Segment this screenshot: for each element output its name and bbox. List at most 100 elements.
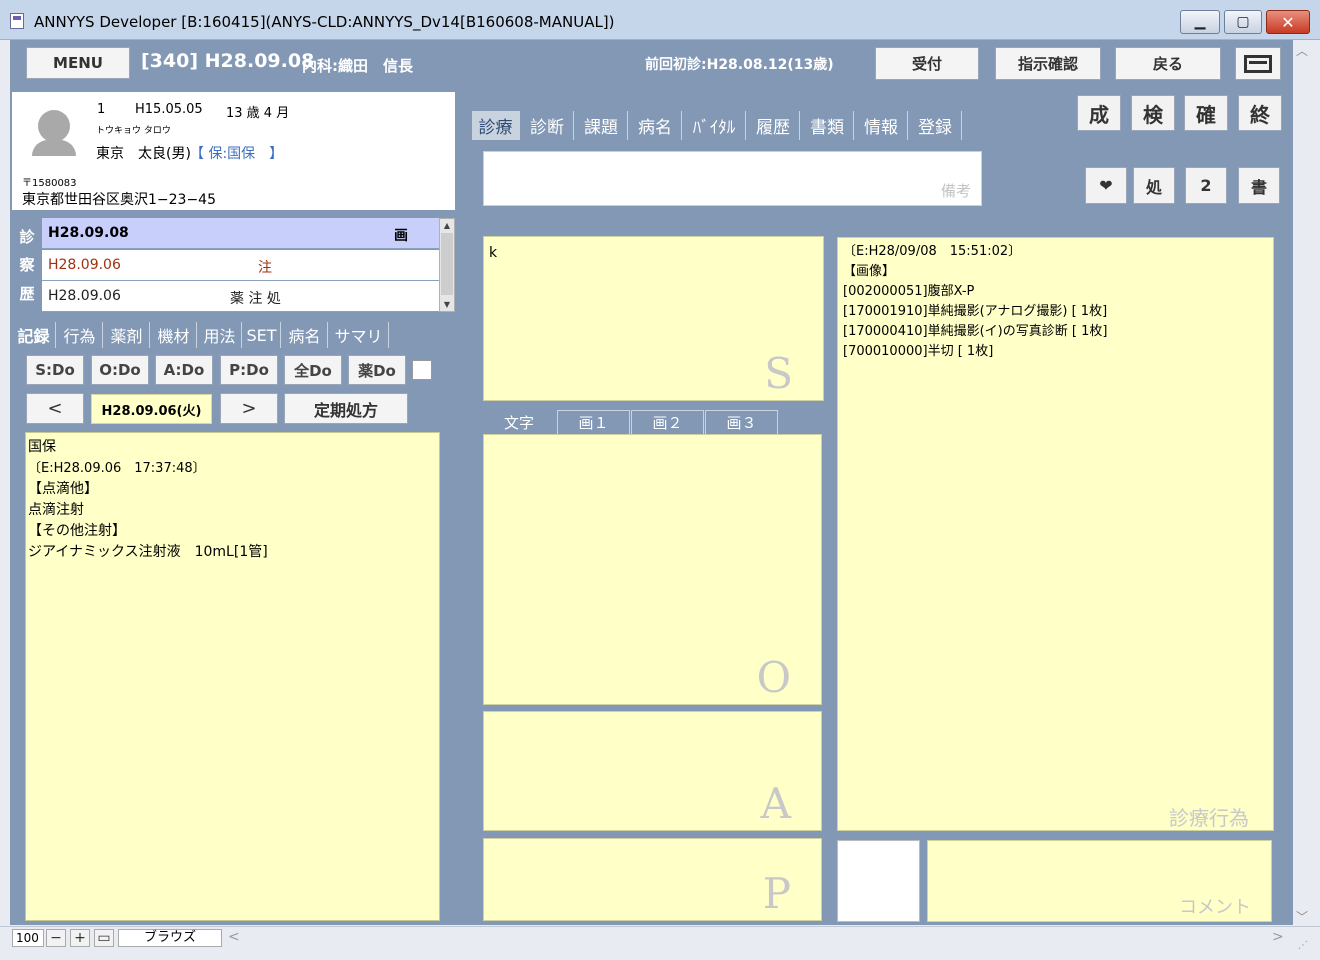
tab-history[interactable]: 履歴 — [747, 111, 800, 140]
tab-issues[interactable]: 課題 — [575, 111, 628, 140]
document-button[interactable]: 書 — [1238, 167, 1280, 204]
resize-grip-icon[interactable]: ⋰ — [1298, 940, 1308, 951]
tab-disease-name[interactable]: 病名 — [629, 111, 682, 140]
tab-text[interactable]: 文字 — [483, 410, 555, 434]
record-text-area[interactable]: 国保 〔E:H28.09.06 17:37:48〕 【点滴他】 点滴注射 【その… — [25, 432, 440, 921]
treatment-label: 診療行為 — [1169, 806, 1249, 830]
prev-date-button[interactable]: < — [26, 393, 84, 424]
history-marks: 注 — [258, 260, 272, 276]
history-side-char: 診 — [19, 227, 35, 246]
tab-info[interactable]: 情報 — [855, 111, 908, 140]
plan-box[interactable]: P — [483, 838, 822, 921]
objective-box[interactable]: O — [483, 434, 822, 705]
result-button[interactable]: 成 — [1077, 95, 1121, 131]
finish-button[interactable]: 終 — [1238, 95, 1282, 131]
vertical-scrollbar[interactable]: ︿ ﹀ — [1293, 40, 1310, 925]
history-side-char: 察 — [19, 256, 35, 275]
next-date-button[interactable]: > — [220, 393, 278, 424]
tab-consultation[interactable]: 診療 — [472, 111, 520, 140]
scroll-up-icon[interactable]: ▲ — [440, 219, 454, 232]
o-do-button[interactable]: O:Do — [91, 355, 149, 385]
insurance-label[interactable]: 【 保:国保 】 — [190, 143, 283, 163]
avatar — [30, 108, 78, 156]
history-marks: 画 — [394, 228, 408, 244]
maximize-button[interactable]: ▢ — [1224, 10, 1262, 34]
s-do-button[interactable]: S:Do — [26, 355, 84, 385]
treatment-line: 【画像】 — [843, 264, 896, 279]
treatment-line: [002000051]腹部X-P — [843, 284, 975, 299]
menu-button[interactable]: MENU — [26, 47, 130, 79]
scroll-left-icon[interactable]: < — [228, 929, 240, 945]
patient-postal: 〒1580083 — [22, 178, 77, 189]
scroll-down-icon[interactable]: ▼ — [440, 298, 454, 311]
history-row[interactable]: H28.09.08 画 — [42, 218, 439, 249]
tab-action[interactable]: 行為 — [57, 322, 103, 348]
zoom-in-icon[interactable]: + — [70, 929, 90, 947]
remarks-label: 備考 — [940, 182, 971, 200]
prescription-button[interactable]: 処 — [1133, 167, 1175, 204]
layout-icon[interactable]: ▭ — [94, 929, 114, 947]
treatment-line: 〔E:H28/09/08 15:51:02〕 — [843, 244, 1022, 259]
app-icon — [10, 13, 24, 29]
scroll-right-icon[interactable]: > — [1272, 929, 1284, 945]
regular-prescription-button[interactable]: 定期処方 — [284, 393, 408, 424]
remarks-field[interactable]: 備考 — [483, 151, 982, 206]
scroll-up-icon[interactable]: ︿ — [1296, 42, 1308, 59]
tab-summary[interactable]: サマリ — [329, 322, 389, 348]
tab-register[interactable]: 登録 — [909, 111, 962, 140]
tab-image-3[interactable]: 画３ — [705, 410, 778, 434]
drug-do-button[interactable]: 薬Do — [348, 355, 406, 385]
scroll-thumb[interactable] — [441, 233, 453, 295]
history-scrollbar[interactable]: ▲ ▼ — [439, 218, 455, 312]
history-row[interactable]: H28.09.06 薬 注 処 — [42, 281, 439, 312]
record-date: H28.09.06(火) — [91, 394, 212, 424]
history-marks: 薬 注 処 — [230, 291, 281, 307]
zoom-level[interactable]: 100 — [12, 929, 44, 947]
tab-disease[interactable]: 病名 — [282, 322, 328, 348]
record-line: 【その他注射】 — [28, 523, 126, 539]
treatment-line: [700010000]半切 [ 1枚] — [843, 344, 994, 359]
subjective-box[interactable]: k S — [483, 236, 824, 401]
tab-image-2[interactable]: 画２ — [631, 410, 704, 434]
do-checkbox[interactable] — [412, 360, 432, 380]
comment-box[interactable]: コメント — [927, 840, 1272, 922]
patient-name: 東京 太良(男) — [96, 146, 191, 162]
tab-equipment[interactable]: 機材 — [151, 322, 197, 348]
all-do-button[interactable]: 全Do — [284, 355, 342, 385]
zoom-out-icon[interactable]: − — [46, 929, 66, 947]
history-date: H28.09.06 — [48, 257, 121, 273]
history-date: H28.09.08 — [48, 225, 129, 241]
confirm-button[interactable]: 確 — [1184, 95, 1228, 131]
patient-id: 1 — [97, 102, 106, 117]
back-button[interactable]: 戻る — [1115, 47, 1221, 80]
tab-diagnosis[interactable]: 診断 — [521, 111, 574, 140]
window-title: ANNYYS Developer [B:160415](ANYS-CLD:ANN… — [34, 13, 615, 31]
record-line: 点滴注射 — [28, 502, 84, 518]
assessment-box[interactable]: A — [483, 711, 822, 831]
treatment-box[interactable]: 〔E:H28/09/08 15:51:02〕 【画像】 [002000051]腹… — [837, 237, 1274, 831]
a-do-button[interactable]: A:Do — [155, 355, 213, 385]
subjective-label: S — [764, 349, 793, 398]
tab-documents[interactable]: 書類 — [801, 111, 854, 140]
tab-set[interactable]: SET — [243, 322, 281, 348]
reception-button[interactable]: 受付 — [875, 47, 979, 80]
exam-button[interactable]: 検 — [1131, 95, 1175, 131]
patient-age: 13 歳 4 月 — [226, 106, 290, 121]
tab-record[interactable]: 記録 — [12, 322, 56, 348]
two-button[interactable]: 2 — [1185, 167, 1227, 204]
close-button[interactable]: ✕ — [1266, 10, 1310, 34]
p-do-button[interactable]: P:Do — [220, 355, 278, 385]
screen-toggle-button[interactable] — [1235, 47, 1281, 80]
tab-drug[interactable]: 薬剤 — [104, 322, 150, 348]
heart-icon[interactable]: ❤ — [1085, 167, 1127, 204]
history-row[interactable]: H28.09.06 注 — [42, 250, 439, 281]
browse-mode[interactable]: ブラウズ — [118, 929, 222, 947]
tab-vital[interactable]: ﾊﾞｲﾀﾙ — [683, 111, 746, 140]
tab-image-1[interactable]: 画１ — [557, 410, 630, 434]
visit-info: [340] H28.09.08 — [141, 50, 315, 72]
minimize-button[interactable]: ▁ — [1180, 10, 1220, 34]
patient-birthdate: H15.05.05 — [135, 102, 203, 117]
scroll-down-icon[interactable]: ﹀ — [1296, 908, 1308, 925]
instruction-confirm-button[interactable]: 指示確認 — [995, 47, 1101, 80]
tab-usage[interactable]: 用法 — [198, 322, 242, 348]
